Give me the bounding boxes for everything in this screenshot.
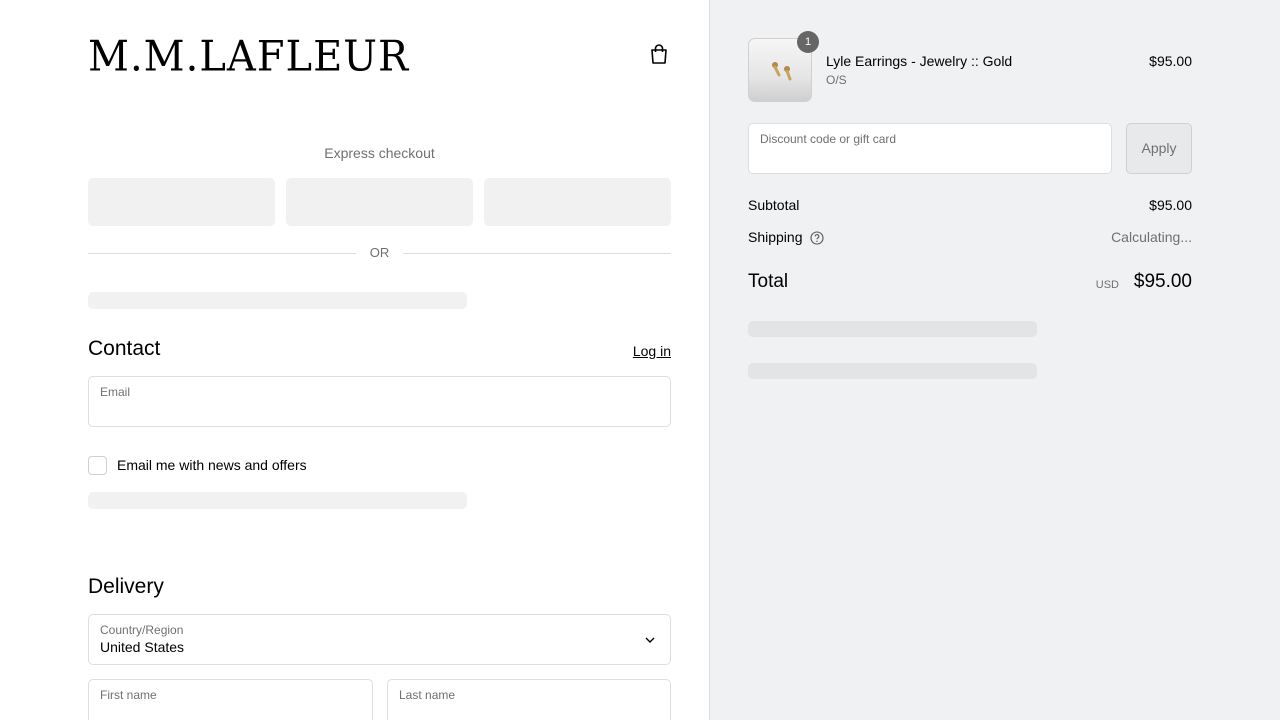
express-checkout-title: Express checkout: [324, 145, 435, 161]
subtotal-label: Subtotal: [748, 197, 800, 213]
shipping-label: Shipping: [748, 229, 803, 245]
express-pay-button-3[interactable]: [484, 178, 671, 226]
chevron-down-icon: [645, 637, 655, 643]
order-summary-panel: [710, 0, 1280, 720]
last-name-label: Last name: [399, 688, 456, 702]
first-name-field[interactable]: First name: [88, 679, 373, 720]
or-divider: OR: [88, 244, 671, 262]
express-pay-button-1[interactable]: [88, 178, 275, 226]
quantity-badge: 1: [797, 31, 819, 53]
total-value: $95.00: [1133, 271, 1192, 292]
loading-placeholder: [748, 321, 1037, 337]
express-pay-button-2[interactable]: [286, 178, 473, 226]
divider-line-right: [403, 253, 671, 254]
apply-discount-button[interactable]: Apply: [1126, 123, 1192, 174]
brand-logo[interactable]: M.M.LAFLEUR: [88, 33, 409, 81]
log-in-link[interactable]: Log in: [590, 343, 671, 359]
newsletter-checkbox[interactable]: [88, 456, 107, 475]
help-circle-icon[interactable]: [810, 231, 824, 245]
product-variant: O/S: [826, 73, 847, 87]
checkout-main-panel: M.M.LAFLEUR Express checkout OR Contact …: [0, 0, 710, 720]
product-name: Lyle Earrings - Jewelry :: Gold: [826, 53, 1013, 69]
total-label: Total: [748, 271, 789, 292]
loading-placeholder: [748, 363, 1037, 379]
newsletter-label[interactable]: Email me with news and offers: [117, 457, 307, 473]
country-value: United States: [100, 639, 185, 655]
last-name-field[interactable]: Last name: [387, 679, 671, 720]
contact-title: Contact: [88, 337, 161, 360]
discount-code-input[interactable]: Discount code or gift card: [748, 123, 1112, 174]
loading-placeholder: [88, 492, 467, 509]
loading-placeholder: [88, 292, 467, 309]
country-label: Country/Region: [100, 623, 184, 637]
shipping-value: Calculating...: [1111, 229, 1192, 245]
product-price: $95.00: [1149, 53, 1192, 69]
email-field-label: Email: [100, 385, 131, 399]
email-field[interactable]: Email: [88, 376, 671, 427]
delivery-title: Delivery: [88, 575, 164, 598]
shopping-bag-icon[interactable]: [648, 43, 670, 65]
country-select[interactable]: Country/Region United States: [88, 614, 671, 665]
first-name-label: First name: [100, 688, 157, 702]
subtotal-value: $95.00: [1149, 197, 1192, 213]
discount-placeholder: Discount code or gift card: [760, 132, 897, 146]
